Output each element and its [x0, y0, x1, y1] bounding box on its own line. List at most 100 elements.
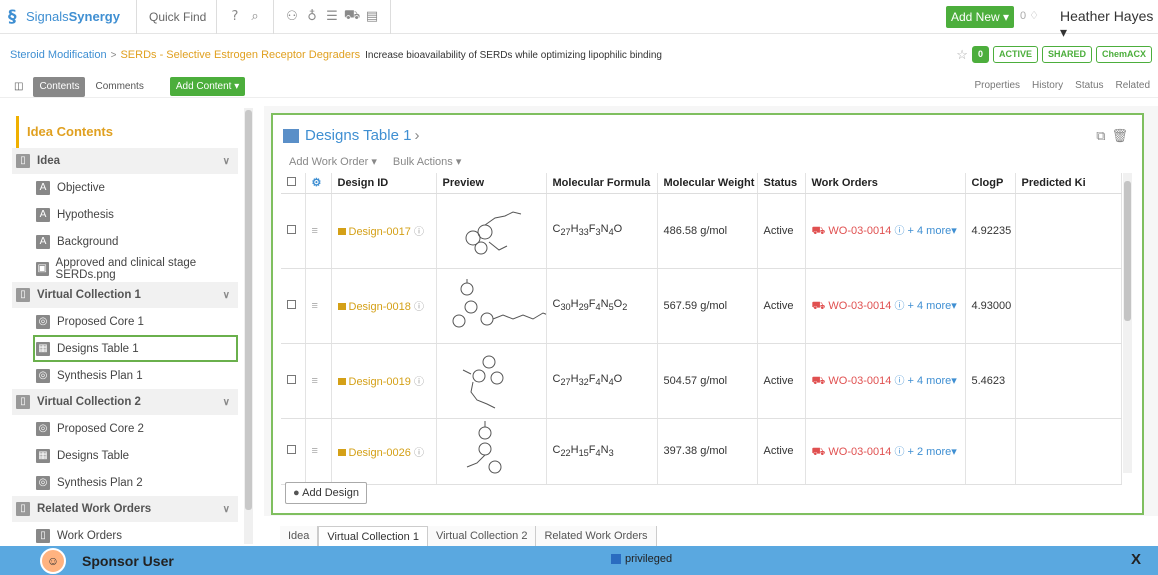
structure-preview[interactable] — [436, 193, 547, 269]
table-row[interactable]: ≡ Design-0018 ⓘ C30H29F4N5O2 567.59 g/mol Ac… — [281, 268, 1122, 344]
col-status[interactable]: Status — [757, 173, 806, 194]
chevron-down-icon[interactable]: ∨ — [223, 397, 230, 408]
more-work-orders-dropdown[interactable]: + 4 more▾ — [908, 225, 957, 237]
work-orders-cell[interactable]: ⛟ WO-03-0014 ⓘ + 4 more▾ — [805, 268, 966, 344]
comment-count-badge[interactable]: 0 — [971, 46, 989, 63]
app-logo[interactable]: § Signals Synergy — [0, 0, 137, 34]
checkbox-icon[interactable] — [611, 554, 621, 565]
select-all-checkbox[interactable] — [281, 173, 306, 194]
copy-icon[interactable]: ⧉ — [1096, 129, 1105, 144]
row-checkbox[interactable] — [281, 418, 306, 485]
tab-contents[interactable]: Contents — [33, 76, 86, 97]
info-icon[interactable]: ⓘ — [414, 227, 424, 238]
work-orders-cell[interactable]: ⛟ WO-03-0014 ⓘ + 4 more▾ — [805, 193, 966, 269]
active-badge[interactable]: ACTIVE — [992, 46, 1038, 63]
privileged-toggle[interactable]: privileged — [611, 553, 672, 565]
col-work-orders[interactable]: Work Orders — [805, 173, 966, 194]
related-link[interactable]: Related — [1116, 80, 1150, 91]
info-icon[interactable]: ⓘ — [894, 301, 904, 312]
sidebar-item-designs-table-1[interactable]: ▦ Designs Table 1 — [33, 335, 238, 362]
info-icon[interactable]: ⓘ — [414, 448, 424, 459]
work-orders-cell[interactable]: ⛟ WO-03-0014 ⓘ + 2 more▾ — [805, 418, 966, 485]
col-clogp[interactable]: ClogP — [965, 173, 1016, 194]
design-id-cell[interactable]: Design-0018 ⓘ — [331, 268, 437, 344]
add-content-button[interactable]: Add Content ▾ — [169, 77, 246, 96]
shared-badge[interactable]: SHARED — [1041, 46, 1092, 63]
breadcrumb-project[interactable]: Steroid Modification — [10, 49, 107, 61]
sidebar-item-serds-png[interactable]: ▣ Approved and clinical stage SERDs.png — [36, 255, 238, 282]
col-preview[interactable]: Preview — [436, 173, 547, 194]
compound-icon[interactable]: ☰ — [322, 9, 342, 24]
sidebar-item-hypothesis[interactable]: A Hypothesis — [36, 201, 238, 228]
info-icon[interactable]: ⓘ — [414, 377, 424, 388]
design-id[interactable]: Design-0018 — [349, 301, 411, 313]
col-molecular-formula[interactable]: Molecular Formula — [546, 173, 658, 194]
tab-idea[interactable]: Idea — [280, 526, 319, 546]
more-work-orders-dropdown[interactable]: + 4 more▾ — [908, 375, 957, 387]
tab-related-work-orders[interactable]: Related Work Orders — [536, 526, 657, 546]
drag-handle-icon[interactable]: ≡ — [305, 193, 332, 269]
settings-gear-icon[interactable]: ⚙ — [305, 173, 332, 194]
col-predicted-ki[interactable]: Predicted Ki — [1015, 173, 1122, 194]
sidebar-item-synthesis-plan-2[interactable]: ◎ Synthesis Plan 2 — [36, 469, 238, 496]
work-order-link[interactable]: ⛟ WO-03-0014 — [812, 300, 892, 312]
drag-handle-icon[interactable]: ≡ — [305, 418, 332, 485]
sidebar-item-background[interactable]: A Background — [36, 228, 238, 255]
bulk-actions-menu[interactable]: Bulk Actions ▾ — [393, 155, 462, 168]
notification-bell-icon[interactable]: 0 ♢ — [1020, 9, 1039, 22]
add-design-button[interactable]: ● Add Design — [285, 482, 367, 504]
chevron-down-icon[interactable]: ∨ — [223, 290, 230, 301]
status-link[interactable]: Status — [1075, 80, 1103, 91]
info-icon[interactable]: ⓘ — [894, 226, 904, 237]
sidebar-item-work-orders[interactable]: ▯ Work Orders — [36, 522, 238, 546]
table-scroll-thumb[interactable] — [1124, 181, 1131, 321]
properties-link[interactable]: Properties — [974, 80, 1020, 91]
sidebar-item-proposed-core-1[interactable]: ◎ Proposed Core 1 — [36, 308, 238, 335]
star-icon[interactable]: ☆ — [956, 47, 968, 63]
design-id[interactable]: Design-0017 — [349, 226, 411, 238]
help-icon[interactable]: ? — [225, 9, 245, 24]
work-order-link[interactable]: ⛟ WO-03-0014 — [812, 446, 892, 458]
chevron-down-icon[interactable]: ∨ — [223, 156, 230, 167]
section-virtual-collection-2[interactable]: ▯ Virtual Collection 2 ∨ — [12, 389, 238, 415]
add-new-button[interactable]: Add New ▾ — [946, 6, 1014, 28]
more-work-orders-dropdown[interactable]: + 4 more▾ — [908, 300, 957, 312]
section-related-work-orders[interactable]: ▯ Related Work Orders ∨ — [12, 496, 238, 522]
table-row[interactable]: ≡ Design-0026 ⓘ C22H15F4N3 397.38 g/mol Acti… — [281, 418, 1122, 485]
table-row[interactable]: ≡ Design-0019 ⓘ C27H32F4N4O 504.57 g/mol Act… — [281, 343, 1122, 419]
add-work-order-menu[interactable]: Add Work Order ▾ — [289, 155, 377, 168]
chevron-down-icon[interactable]: ∨ — [223, 504, 230, 515]
collapse-panel-icon[interactable]: ◫ — [8, 77, 29, 97]
close-icon[interactable]: X — [1131, 551, 1141, 568]
idea-icon[interactable]: ♁ — [302, 9, 322, 24]
sidebar-scroll-thumb[interactable] — [245, 110, 252, 510]
row-checkbox[interactable] — [281, 268, 306, 344]
work-order-icon[interactable]: ⛟ — [342, 8, 362, 25]
info-icon[interactable]: ⓘ — [414, 302, 424, 313]
user-menu[interactable]: Heather Hayes ▾ — [1060, 8, 1158, 41]
more-work-orders-dropdown[interactable]: + 2 more▾ — [908, 446, 957, 458]
chemacx-badge[interactable]: ChemACX — [1095, 46, 1152, 63]
project-icon[interactable]: ⚇ — [282, 9, 302, 24]
design-id-cell[interactable]: Design-0019 ⓘ — [331, 343, 437, 419]
sidebar-item-synthesis-plan-1[interactable]: ◎ Synthesis Plan 1 — [36, 362, 238, 389]
panel-title[interactable]: Designs Table 1 › — [283, 127, 419, 144]
tab-virtual-collection-1[interactable]: Virtual Collection 1 — [318, 526, 428, 546]
design-id-cell[interactable]: Design-0017 ⓘ — [331, 193, 437, 269]
quick-find[interactable]: Quick Find — [137, 0, 217, 34]
work-order-link[interactable]: ⛟ WO-03-0014 — [812, 225, 892, 237]
work-order-link[interactable]: ⛟ WO-03-0014 — [812, 375, 892, 387]
sidebar-item-objective[interactable]: A Objective — [36, 174, 238, 201]
design-id[interactable]: Design-0026 — [349, 447, 411, 459]
sidebar-item-designs-table[interactable]: ▦ Designs Table — [36, 442, 238, 469]
design-id-cell[interactable]: Design-0026 ⓘ — [331, 418, 437, 485]
design-id[interactable]: Design-0019 — [349, 376, 411, 388]
structure-preview[interactable] — [436, 268, 547, 344]
tab-virtual-collection-2[interactable]: Virtual Collection 2 — [427, 526, 537, 546]
breadcrumb-idea[interactable]: SERDs - Selective Estrogen Receptor Degr… — [120, 49, 360, 61]
drag-handle-icon[interactable]: ≡ — [305, 343, 332, 419]
col-design-id[interactable]: Design ID — [331, 173, 437, 194]
sidebar-item-proposed-core-2[interactable]: ◎ Proposed Core 2 — [36, 415, 238, 442]
library-icon[interactable]: ▤ — [362, 9, 382, 24]
history-link[interactable]: History — [1032, 80, 1063, 91]
